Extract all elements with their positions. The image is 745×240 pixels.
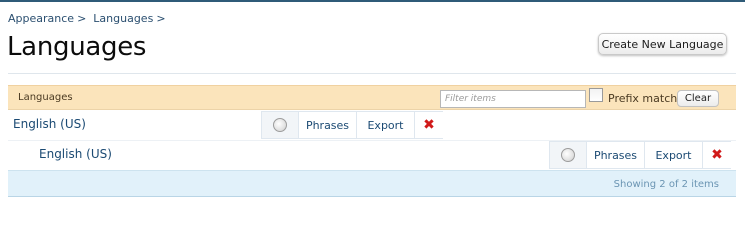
title-divider (8, 73, 736, 74)
list-header: Languages Prefix match Clear (8, 85, 736, 110)
row-controls: Phrases Export ✖ (261, 111, 443, 139)
prefix-match-checkbox[interactable] (589, 88, 603, 102)
delete-button[interactable]: ✖ (702, 142, 731, 168)
default-radio-cell[interactable] (549, 142, 586, 168)
page-title: Languages (7, 32, 147, 62)
breadcrumb-separator: > (77, 12, 87, 25)
delete-x-icon[interactable]: ✖ (711, 148, 723, 162)
clear-filter-button[interactable]: Clear (677, 90, 719, 107)
default-radio[interactable] (273, 118, 287, 132)
phrases-link[interactable]: Phrases (298, 112, 356, 138)
export-link[interactable]: Export (356, 112, 414, 138)
filter-input[interactable] (440, 90, 586, 108)
prefix-match-label: Prefix match (608, 92, 678, 105)
breadcrumb: Appearance > Languages > (8, 12, 173, 25)
item-count: Showing 2 of 2 items (613, 179, 719, 190)
row-controls: Phrases Export ✖ (549, 141, 731, 169)
list-header-label: Languages (18, 92, 73, 103)
language-name-link[interactable]: English (US) (13, 117, 86, 131)
default-radio[interactable] (561, 148, 575, 162)
export-link[interactable]: Export (644, 142, 702, 168)
breadcrumb-separator: > (156, 12, 166, 25)
breadcrumb-appearance[interactable]: Appearance (8, 12, 74, 25)
delete-x-icon[interactable]: ✖ (423, 118, 435, 132)
breadcrumb-languages[interactable]: Languages (93, 12, 153, 25)
phrases-link[interactable]: Phrases (586, 142, 644, 168)
list-footer: Showing 2 of 2 items (8, 170, 736, 197)
delete-button[interactable]: ✖ (414, 112, 443, 138)
list-item: English (US) Phrases Export ✖ (8, 140, 736, 170)
create-new-language-button[interactable]: Create New Language (598, 33, 727, 55)
list-item: English (US) Phrases Export ✖ (8, 110, 736, 140)
language-name-link[interactable]: English (US) (39, 147, 112, 161)
default-radio-cell[interactable] (261, 112, 298, 138)
